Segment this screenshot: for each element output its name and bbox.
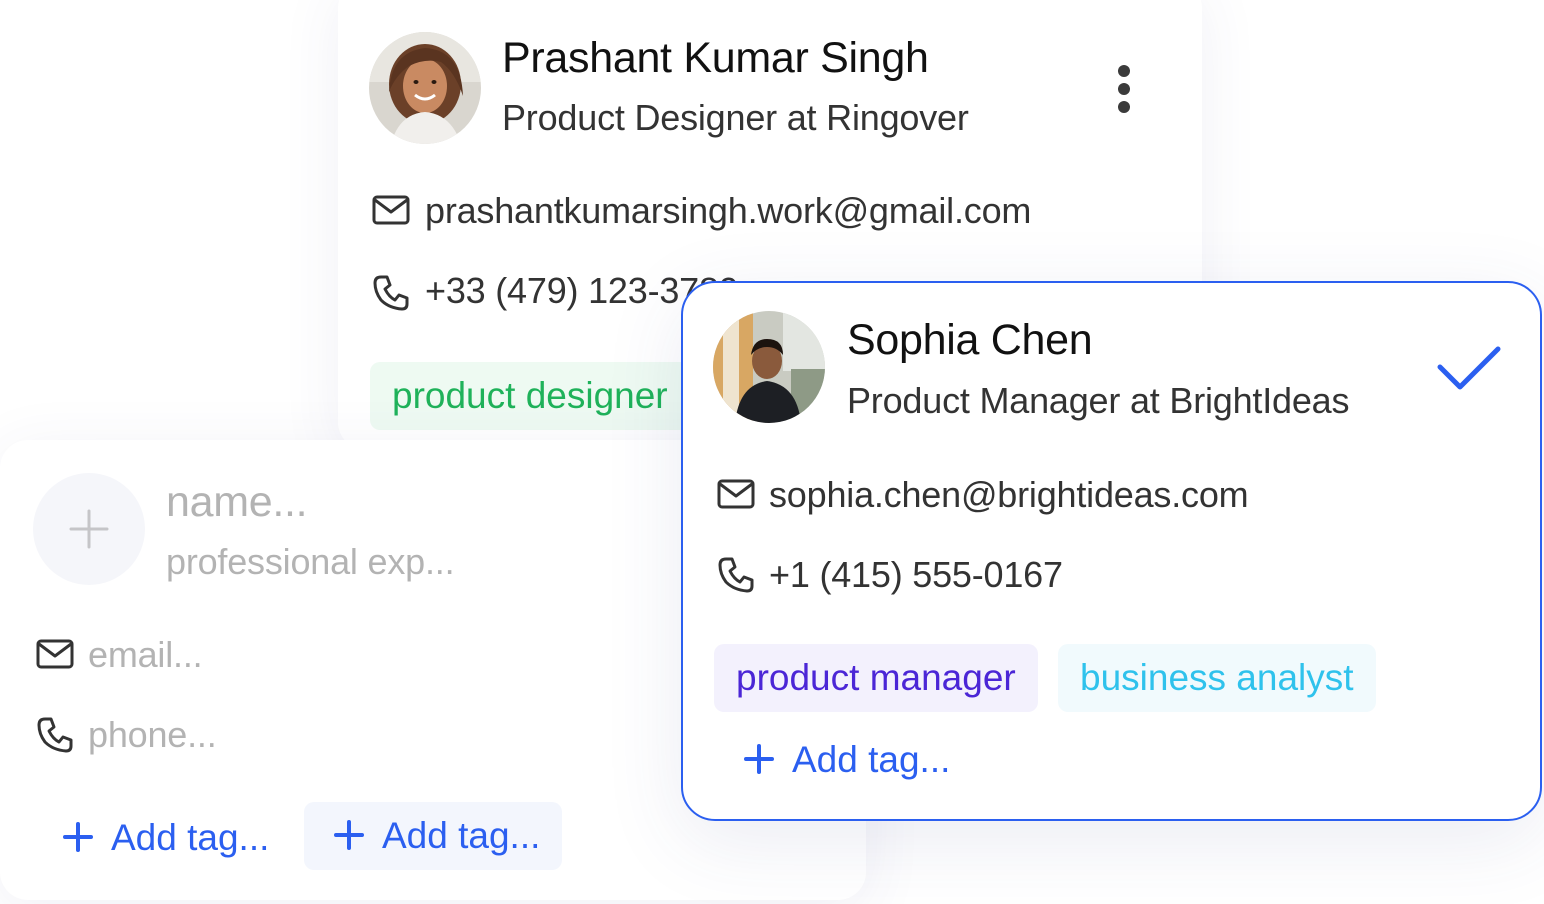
contact-card-sophia[interactable]: Sophia Chen Product Manager at BrightIde… xyxy=(681,281,1542,821)
checkmark-icon[interactable] xyxy=(1436,343,1502,398)
add-tag-button[interactable]: Add tag... xyxy=(63,804,269,872)
plus-icon xyxy=(334,820,364,851)
more-vertical-icon[interactable] xyxy=(1113,64,1135,119)
email-input[interactable]: email... xyxy=(88,634,203,676)
mail-icon xyxy=(717,479,755,514)
phone-icon xyxy=(372,274,410,317)
tag-chip[interactable]: business analyst xyxy=(1058,644,1376,712)
add-avatar-button[interactable] xyxy=(33,473,145,585)
professional-experience-input[interactable]: professional exp... xyxy=(166,541,455,583)
add-tag-button[interactable]: Add tag... xyxy=(744,726,950,794)
contact-name: Prashant Kumar Singh xyxy=(502,34,929,82)
plus-icon xyxy=(744,744,774,775)
phone-icon xyxy=(717,556,755,599)
mail-icon xyxy=(36,639,74,674)
contact-name: Sophia Chen xyxy=(847,316,1093,364)
add-tag-label: Add tag... xyxy=(111,817,270,858)
contact-email[interactable]: sophia.chen@brightideas.com xyxy=(769,474,1249,516)
contact-phone[interactable]: +1 (415) 555-0167 xyxy=(769,554,1063,596)
tag-chip[interactable]: product designer xyxy=(370,362,690,430)
plus-icon xyxy=(63,822,93,853)
avatar xyxy=(369,32,481,144)
mail-icon xyxy=(372,195,410,230)
contact-role: Product Designer at Ringover xyxy=(502,97,969,138)
add-tag-button-hover[interactable]: Add tag... xyxy=(304,802,563,870)
add-tag-label: Add tag... xyxy=(382,815,541,856)
avatar xyxy=(713,311,825,423)
phone-icon xyxy=(36,716,74,759)
contact-role: Product Manager at BrightIdeas xyxy=(847,380,1350,421)
tag-chip[interactable]: product manager xyxy=(714,644,1038,712)
phone-input[interactable]: phone... xyxy=(88,714,217,756)
add-tag-label: Add tag... xyxy=(792,739,951,780)
name-input[interactable]: name... xyxy=(166,478,308,527)
contact-email[interactable]: prashantkumarsingh.work@gmail.com xyxy=(425,190,1031,232)
